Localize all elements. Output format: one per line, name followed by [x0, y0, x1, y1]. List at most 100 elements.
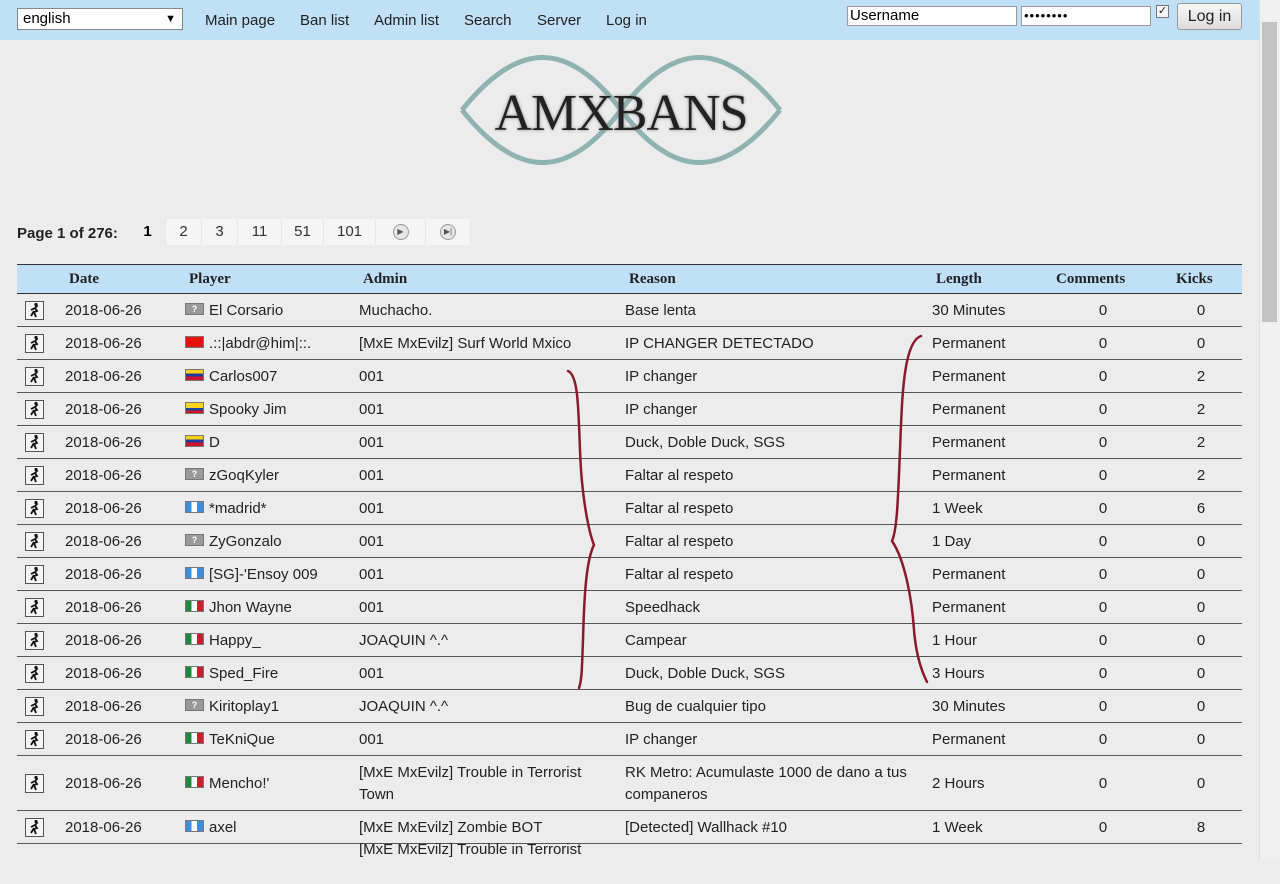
- ban-length: Permanent: [932, 599, 1006, 616]
- player-details-icon[interactable]: [25, 433, 44, 452]
- country-flag-icon: [185, 501, 204, 513]
- player-name[interactable]: Spooky Jim: [209, 401, 287, 418]
- page-3[interactable]: 3: [202, 219, 238, 245]
- player-name[interactable]: Jhon Wayne: [209, 599, 292, 616]
- player-details-icon[interactable]: [25, 598, 44, 617]
- player-details-icon[interactable]: [25, 532, 44, 551]
- player-name[interactable]: D: [209, 434, 220, 451]
- player-details-icon[interactable]: [25, 499, 44, 518]
- table-row[interactable]: 2018-06-26 Mencho!' [MxE MxEvilz] Trouble …: [17, 756, 1242, 811]
- ban-date: 2018-06-26: [65, 566, 142, 583]
- page-2[interactable]: 2: [166, 219, 202, 245]
- table-row[interactable]: 2018-06-26 Happy_ JOAQUIN ^.^ Campear 1 Hour…: [17, 624, 1242, 657]
- ban-length: Permanent: [932, 467, 1006, 484]
- nav-ban-list[interactable]: Ban list: [300, 12, 349, 29]
- col-player[interactable]: Player: [189, 271, 231, 288]
- col-kicks[interactable]: Kicks: [1176, 271, 1213, 288]
- table-row[interactable]: 2018-06-26 TeKniQue 001 IP changer Permanent…: [17, 723, 1242, 756]
- player-details-icon[interactable]: [25, 664, 44, 683]
- player-details-icon[interactable]: [25, 466, 44, 485]
- player-name[interactable]: Kiritoplay1: [209, 698, 279, 715]
- country-flag-icon: [185, 435, 204, 447]
- kicks-count: 2: [1196, 368, 1206, 385]
- comments-count: 0: [1098, 335, 1108, 352]
- player-name[interactable]: Carlos007: [209, 368, 277, 385]
- player-name[interactable]: ZyGonzalo: [209, 533, 282, 550]
- col-comments[interactable]: Comments: [1056, 271, 1125, 288]
- nav-log-in[interactable]: Log in: [606, 12, 647, 29]
- player-details-icon[interactable]: [25, 818, 44, 837]
- col-date[interactable]: Date: [69, 271, 99, 288]
- kicks-count: 0: [1196, 533, 1206, 550]
- ban-reason: IP changer: [625, 731, 698, 748]
- table-row[interactable]: 2018-06-26? El Corsario Muchacho. Base lent…: [17, 294, 1242, 327]
- player-name[interactable]: Mencho!': [209, 775, 269, 792]
- table-row[interactable]: 2018-06-26 Sped_Fire 001 Duck, Doble Duck, …: [17, 657, 1242, 690]
- player-details-icon[interactable]: [25, 334, 44, 353]
- table-row[interactable]: 2018-06-26? Kiritoplay1 JOAQUIN ^.^ Bug de …: [17, 690, 1242, 723]
- player-details-icon[interactable]: [25, 565, 44, 584]
- page-101[interactable]: 101: [324, 219, 376, 245]
- table-row[interactable]: 2018-06-26 Carlos007 001 IP changer Permanen…: [17, 360, 1242, 393]
- player-name[interactable]: El Corsario: [209, 302, 283, 319]
- ban-length: 30 Minutes: [932, 302, 1006, 319]
- ban-length: Permanent: [932, 368, 1006, 385]
- table-row[interactable]: 2018-06-26 [SG]-'Ensoy 009 001 Faltar al re…: [17, 558, 1242, 591]
- col-reason[interactable]: Reason: [629, 271, 676, 288]
- comments-count: 0: [1098, 632, 1108, 649]
- ban-length: Permanent: [932, 566, 1006, 583]
- player-details-icon[interactable]: [25, 697, 44, 716]
- table-row[interactable]: 2018-06-26 Spooky Jim 001 IP changer Permane…: [17, 393, 1242, 426]
- admin-name: 001: [359, 368, 385, 385]
- last-page-button[interactable]: ▶|: [426, 219, 471, 245]
- table-row[interactable]: [MxE MxEvilz] Trouble in Terrorist: [17, 841, 1242, 884]
- page-51[interactable]: 51: [282, 219, 324, 245]
- col-admin[interactable]: Admin: [363, 271, 407, 288]
- player-details-icon[interactable]: [25, 301, 44, 320]
- logo-text: AMXBANS: [494, 85, 748, 142]
- username-field[interactable]: Username: [847, 6, 1017, 26]
- nav-search[interactable]: Search: [464, 12, 512, 29]
- player-details-icon[interactable]: [25, 400, 44, 419]
- login-button[interactable]: Log in: [1177, 3, 1242, 30]
- scrollbar-thumb[interactable]: [1262, 22, 1277, 322]
- table-row[interactable]: 2018-06-26? zGoqKyler 001 Faltar al respeto…: [17, 459, 1242, 492]
- player-name[interactable]: .::|abdr@him|::.: [209, 335, 311, 352]
- table-row[interactable]: 2018-06-26 *madrid* 001 Faltar al respeto 1 …: [17, 492, 1242, 525]
- col-length[interactable]: Length: [936, 271, 982, 288]
- table-row[interactable]: 2018-06-26 axel [MxE MxEvilz] Zombie BOT [D…: [17, 811, 1242, 844]
- last-page-icon: ▶|: [440, 224, 456, 241]
- player-details-icon[interactable]: [25, 367, 44, 386]
- ban-date: 2018-06-26: [65, 599, 142, 616]
- table-row[interactable]: 2018-06-26? ZyGonzalo 001 Faltar al respeto…: [17, 525, 1242, 558]
- next-page-button[interactable]: ▶: [376, 219, 426, 245]
- country-flag-icon: [185, 402, 204, 414]
- player-name[interactable]: zGoqKyler: [209, 467, 279, 484]
- table-row[interactable]: 2018-06-26 D 001 Duck, Doble Duck, SGS Perma…: [17, 426, 1242, 459]
- remember-checkbox[interactable]: ✓: [1156, 5, 1169, 18]
- ban-date: 2018-06-26: [65, 500, 142, 517]
- player-name[interactable]: axel: [209, 819, 237, 836]
- player-details-icon[interactable]: [25, 774, 44, 793]
- password-field[interactable]: ••••••••: [1021, 6, 1151, 26]
- player-details-icon[interactable]: [25, 730, 44, 749]
- language-select[interactable]: english ▼: [17, 8, 183, 30]
- player-name[interactable]: TeKniQue: [209, 731, 275, 748]
- page-11[interactable]: 11: [238, 219, 282, 245]
- table-row[interactable]: 2018-06-26 .::|abdr@him|::. [MxE MxEvilz] …: [17, 327, 1242, 360]
- ban-date: 2018-06-26: [65, 335, 142, 352]
- country-flag-icon: [185, 666, 204, 678]
- table-row[interactable]: 2018-06-26 Jhon Wayne 001 Speedhack Permanen…: [17, 591, 1242, 624]
- nav-main-page[interactable]: Main page: [205, 12, 275, 29]
- nav-admin-list[interactable]: Admin list: [374, 12, 439, 29]
- player-name[interactable]: *madrid*: [209, 500, 267, 517]
- comments-count: 0: [1098, 401, 1108, 418]
- player-name[interactable]: Sped_Fire: [209, 665, 278, 682]
- comments-count: 0: [1098, 368, 1108, 385]
- player-name[interactable]: Happy_: [209, 632, 261, 649]
- nav-server[interactable]: Server: [537, 12, 581, 29]
- admin-name: 001: [359, 500, 385, 517]
- player-details-icon[interactable]: [25, 631, 44, 650]
- comments-count: 0: [1098, 434, 1108, 451]
- player-name[interactable]: [SG]-'Ensoy 009: [209, 566, 318, 583]
